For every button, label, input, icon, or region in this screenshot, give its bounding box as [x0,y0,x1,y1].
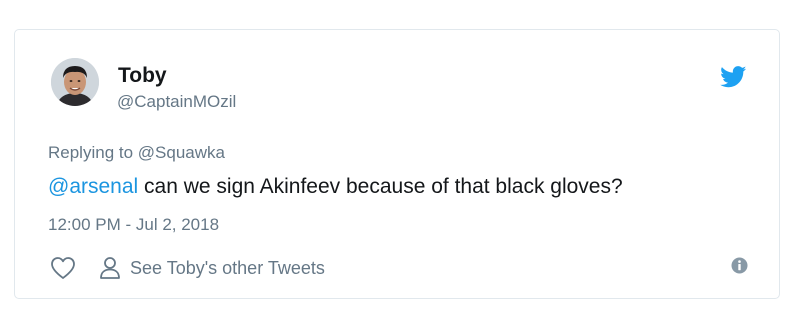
mention-link[interactable]: @arsenal [48,175,138,198]
author-name[interactable]: Toby [118,64,167,88]
twitter-bird-icon[interactable] [720,66,747,88]
info-icon[interactable] [731,257,748,274]
timestamp[interactable]: 12:00 PM - Jul 2, 2018 [48,214,219,236]
see-other-tweets-label: See Toby's other Tweets [130,257,325,278]
tweet-card: Toby @CaptainMOzil Replying to @Squawka … [14,29,780,299]
tweet-body: can we sign Akinfeev because of that bla… [138,175,623,198]
heart-icon[interactable] [50,256,76,280]
see-other-tweets-link[interactable]: See Toby's other Tweets [99,254,325,282]
replying-to[interactable]: Replying to @Squawka [48,142,225,164]
avatar[interactable] [51,58,99,106]
author-handle[interactable]: @CaptainMOzil [117,92,236,112]
tweet-text: @arsenal can we sign Akinfeev because of… [48,174,623,200]
person-icon [100,257,120,279]
